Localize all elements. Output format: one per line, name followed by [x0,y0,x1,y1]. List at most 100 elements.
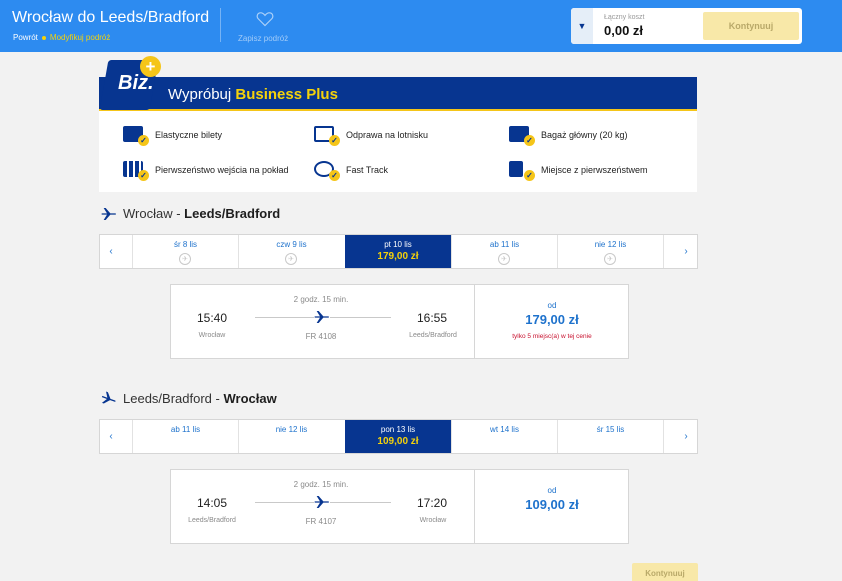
date-label: czw 9 lis [276,240,307,249]
date-option[interactable]: śr 8 lis ✈ [132,235,238,268]
outbound-origin: Wrocław [123,206,173,221]
feature-label: Pierwszeństwo wejścia na pokład [155,165,289,175]
flight-number: FR 4108 [305,332,337,341]
fare-price: 109,00 zł [525,497,579,512]
date-label: pon 13 lis [380,425,416,434]
chevron-down-icon[interactable]: ▼ [571,8,593,44]
date-option[interactable]: wt 14 lis [451,420,557,453]
date-label: śr 15 lis [596,425,625,434]
feature-airport-checkin: ✓ Odprawa na lotnisku [314,124,428,146]
date-option-selected[interactable]: pon 13 lis 109,00 zł [345,420,451,453]
chevron-left-icon[interactable]: ‹ [100,420,122,453]
total-cost-label: Łączny koszt [604,14,645,21]
no-flights-icon: ✈ [498,253,510,265]
route-title: Wrocław do Leeds/Bradford [12,9,210,26]
priority-boarding-icon: ✓ [123,159,149,181]
heart-icon[interactable] [256,11,274,27]
plane-icon [101,391,116,403]
business-plus-title: Wypróbuj Business Plus [168,86,338,103]
trip-summary: Powrót Modyfikuj podróż [13,33,110,42]
date-option[interactable]: czw 9 lis ✈ [238,235,344,268]
fast-track-icon: ✓ [314,159,340,181]
outbound-destination: Leeds/Bradford [184,206,281,221]
date-label: pt 10 lis [384,240,412,249]
modify-trip-link[interactable]: Modyfikuj podróż [50,33,110,42]
inbound-date-strip: ‹ ab 11 lis nie 12 lis pon 13 lis 109,00 … [99,419,698,454]
date-option[interactable]: nie 12 lis [238,420,344,453]
feature-fast-track: ✓ Fast Track [314,159,388,181]
plane-icon [314,494,330,510]
date-option[interactable]: ab 11 lis ✈ [451,235,557,268]
feature-flexible-tickets: ✓ Elastyczne bilety [123,124,222,146]
outbound-date-strip: ‹ śr 8 lis ✈ czw 9 lis ✈ pt 10 lis 179,00 z… [99,234,698,269]
chevron-right-icon[interactable]: › [675,235,697,268]
date-price: 179,00 zł [377,251,419,262]
title-highlight: Business Plus [235,86,338,103]
seats-left-warning: tylko 5 miejsc(a) w tej cenie [512,333,592,340]
date-label: nie 12 lis [275,425,308,434]
chevron-left-icon[interactable]: ‹ [100,235,122,268]
date-label: śr 8 lis [173,240,198,249]
chevron-right-icon[interactable]: › [675,420,697,453]
plane-icon [101,207,116,220]
feature-label: Miejsce z pierwszeństwem [541,165,648,175]
date-label: ab 11 lis [170,425,201,434]
date-option[interactable]: nie 12 lis ✈ [557,235,663,268]
fare-price: 179,00 zł [525,312,579,327]
business-plus-banner[interactable]: Wypróbuj Business Plus ✓ Elastyczne bile… [99,77,697,192]
date-label: wt 14 lis [490,425,519,434]
plus-icon: + [140,56,161,77]
date-label: ab 11 lis [489,240,520,249]
arrival-city: Wrocław [419,517,447,524]
date-price: 109,00 zł [377,436,419,447]
business-plus-title-bar: Wypróbuj Business Plus [99,77,697,111]
inbound-section-title: Leeds/Bradford - Wrocław [101,391,277,406]
feature-main-baggage: ✓ Bagaż główny (20 kg) [509,124,628,146]
ticket-icon: ✓ [123,124,149,146]
fare-price-box[interactable]: od 179,00 zł tylko 5 miejsc(a) w tej cen… [474,285,629,358]
save-trip-button[interactable]: Zapisz podróż [238,34,288,43]
departure-city: Wrocław [198,332,226,339]
outbound-section-title: Wrocław - Leeds/Bradford [101,206,280,221]
no-flights-icon: ✈ [179,253,191,265]
feature-label: Odprawa na lotnisku [346,130,429,140]
continue-button-bottom[interactable]: Kontynuuj [632,563,698,581]
date-option[interactable]: ab 11 lis [132,420,238,453]
trip-type: Powrót [13,33,38,42]
feature-label: Bagaż główny (20 kg) [541,130,628,140]
inbound-flight-card[interactable]: 2 godz. 15 min. 14:05 Leeds/Bradford FR … [170,469,629,544]
route-separator: - [172,206,185,221]
price-from-label: od [547,301,557,310]
total-cost-box: ▼ Łączny koszt 0,00 zł Kontynuuj [571,8,802,44]
top-header: Wrocław do Leeds/Bradford Powrót Modyfik… [0,0,842,52]
outbound-flight-card[interactable]: 2 godz. 15 min. 15:40 Wrocław FR 4108 16… [170,284,629,359]
title-prefix: Wypróbuj [168,86,236,103]
date-option-selected[interactable]: pt 10 lis 179,00 zł [345,235,451,268]
fare-price-box[interactable]: od 109,00 zł [474,470,629,543]
feature-priority-seat: ✓ Miejsce z pierwszeństwem [509,159,648,181]
flight-duration: 2 godz. 15 min. [293,295,349,304]
flight-duration: 2 godz. 15 min. [293,480,349,489]
price-from-label: od [547,486,557,495]
feature-label: Fast Track [346,165,389,175]
plane-icon [314,309,330,325]
date-label: nie 12 lis [594,240,627,249]
suitcase-icon: ✓ [509,124,535,146]
continue-button-top[interactable]: Kontynuuj [703,12,799,40]
separator-dot [41,35,46,40]
total-cost-value: 0,00 zł [604,23,644,38]
arrival-time: 16:55 [417,311,448,325]
seat-icon: ✓ [509,159,535,181]
arrival-time: 17:20 [417,496,448,510]
arrival-city: Leeds/Bradford [409,332,457,339]
departure-time: 14:05 [197,496,228,510]
no-flights-icon: ✈ [604,253,616,265]
route-separator: - [211,391,224,406]
date-option[interactable]: śr 15 lis [557,420,663,453]
airport-checkin-icon: ✓ [314,124,340,146]
inbound-origin: Leeds/Bradford [123,391,212,406]
flight-number: FR 4107 [305,517,337,526]
departure-city: Leeds/Bradford [188,517,236,524]
feature-priority-boarding: ✓ Pierwszeństwo wejścia na pokład [123,159,289,181]
departure-time: 15:40 [197,311,228,325]
